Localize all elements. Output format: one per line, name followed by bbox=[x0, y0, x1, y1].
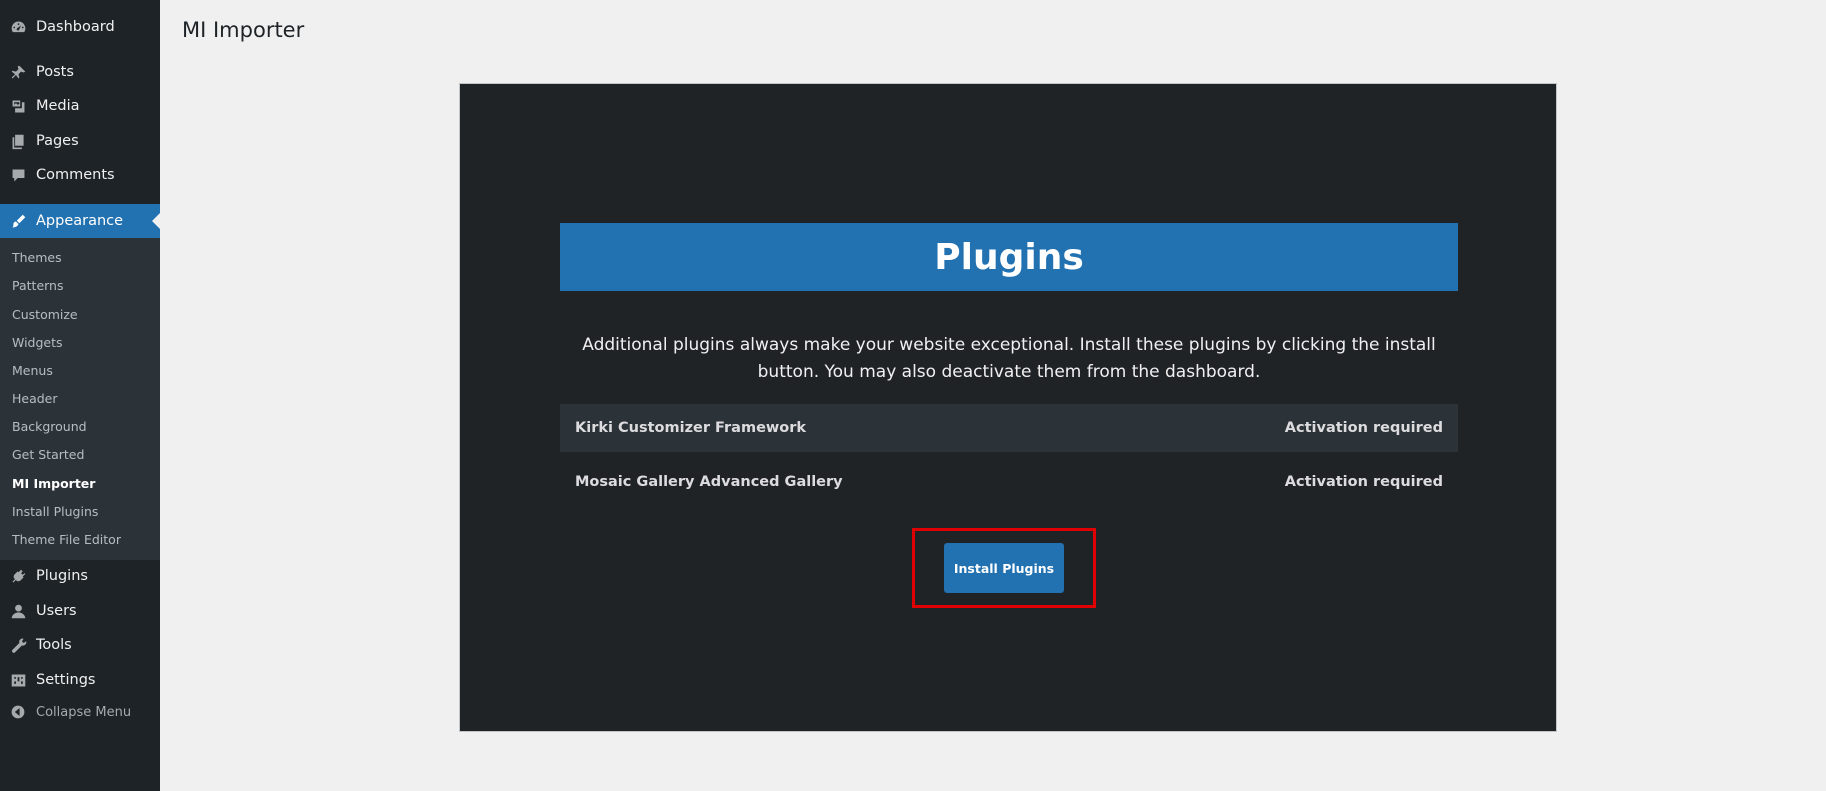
sidebar-item-pages[interactable]: Pages bbox=[0, 124, 160, 158]
sidebar-item-posts[interactable]: Posts bbox=[0, 55, 160, 89]
sidebar-item-settings[interactable]: Settings bbox=[0, 663, 160, 697]
submenu-item-header[interactable]: Header bbox=[12, 391, 58, 406]
sidebar-item-appearance[interactable]: Appearance bbox=[0, 204, 160, 238]
plugin-status: Activation required bbox=[1284, 474, 1443, 490]
sidebar-item-users[interactable]: Users bbox=[0, 594, 160, 628]
sidebar-item-label: Comments bbox=[36, 167, 115, 183]
submenu-item-widgets[interactable]: Widgets bbox=[12, 335, 63, 350]
plugin-name: Mosaic Gallery Advanced Gallery bbox=[575, 474, 843, 490]
comments-icon bbox=[0, 158, 36, 192]
pushpin-icon bbox=[0, 55, 36, 89]
submenu-item-mi-importer[interactable]: MI Importer bbox=[12, 476, 95, 491]
sidebar-item-media[interactable]: Media bbox=[0, 89, 160, 123]
sidebar-item-label: Settings bbox=[36, 672, 96, 688]
settings-icon bbox=[0, 663, 36, 697]
sidebar-item-label: Pages bbox=[36, 133, 79, 149]
plugin-row: Kirki Customizer Framework Activation re… bbox=[560, 404, 1458, 452]
sidebar-item-comments[interactable]: Comments bbox=[0, 158, 160, 192]
importer-panel: Plugins Additional plugins always make y… bbox=[459, 83, 1557, 732]
plugins-description: Additional plugins always make your webs… bbox=[582, 335, 1436, 382]
submenu-item-customize[interactable]: Customize bbox=[12, 307, 78, 322]
submenu-item-menus[interactable]: Menus bbox=[12, 363, 53, 378]
submenu-item-themes[interactable]: Themes bbox=[12, 250, 62, 265]
sidebar-item-plugins[interactable]: Plugins bbox=[0, 559, 160, 593]
submenu-item-get-started[interactable]: Get Started bbox=[12, 447, 84, 462]
submenu-item-background[interactable]: Background bbox=[12, 419, 87, 434]
sidebar-item-tools[interactable]: Tools bbox=[0, 628, 160, 662]
install-button-highlight: Install Plugins bbox=[912, 528, 1096, 608]
sidebar-item-label: Posts bbox=[36, 64, 74, 80]
users-icon bbox=[0, 594, 36, 628]
appearance-submenu: Themes Patterns Customize Widgets Menus … bbox=[0, 238, 160, 560]
plugin-row: Mosaic Gallery Advanced Gallery Activati… bbox=[560, 458, 1458, 506]
sidebar-item-dashboard[interactable]: Dashboard bbox=[0, 10, 160, 44]
sidebar-item-label: Tools bbox=[36, 637, 72, 653]
wrench-icon bbox=[0, 628, 36, 662]
sidebar-item-label: Appearance bbox=[36, 213, 124, 229]
admin-sidebar: Dashboard Posts Media Pages Comments App… bbox=[0, 0, 160, 791]
sidebar-item-label: Dashboard bbox=[36, 19, 115, 35]
submenu-item-patterns[interactable]: Patterns bbox=[12, 278, 63, 293]
collapse-arrow-icon bbox=[0, 704, 36, 720]
paintbrush-icon bbox=[0, 204, 36, 238]
collapse-menu-label: Collapse Menu bbox=[36, 704, 132, 720]
plugin-status: Activation required bbox=[1284, 420, 1443, 436]
collapse-menu-button[interactable]: Collapse Menu bbox=[0, 700, 160, 724]
install-plugins-button[interactable]: Install Plugins bbox=[944, 543, 1064, 593]
plugins-heading: Plugins bbox=[560, 223, 1458, 291]
sidebar-item-label: Plugins bbox=[36, 568, 88, 584]
page-title: MI Importer bbox=[182, 18, 305, 42]
media-icon bbox=[0, 89, 36, 123]
plugin-icon bbox=[0, 559, 36, 593]
plugin-name: Kirki Customizer Framework bbox=[575, 420, 807, 436]
submenu-item-install-plugins[interactable]: Install Plugins bbox=[12, 504, 98, 519]
dashboard-icon bbox=[0, 10, 36, 44]
submenu-item-theme-file-editor[interactable]: Theme File Editor bbox=[12, 532, 121, 547]
sidebar-item-label: Users bbox=[36, 603, 77, 619]
pages-icon bbox=[0, 124, 36, 158]
sidebar-item-label: Media bbox=[36, 98, 80, 114]
